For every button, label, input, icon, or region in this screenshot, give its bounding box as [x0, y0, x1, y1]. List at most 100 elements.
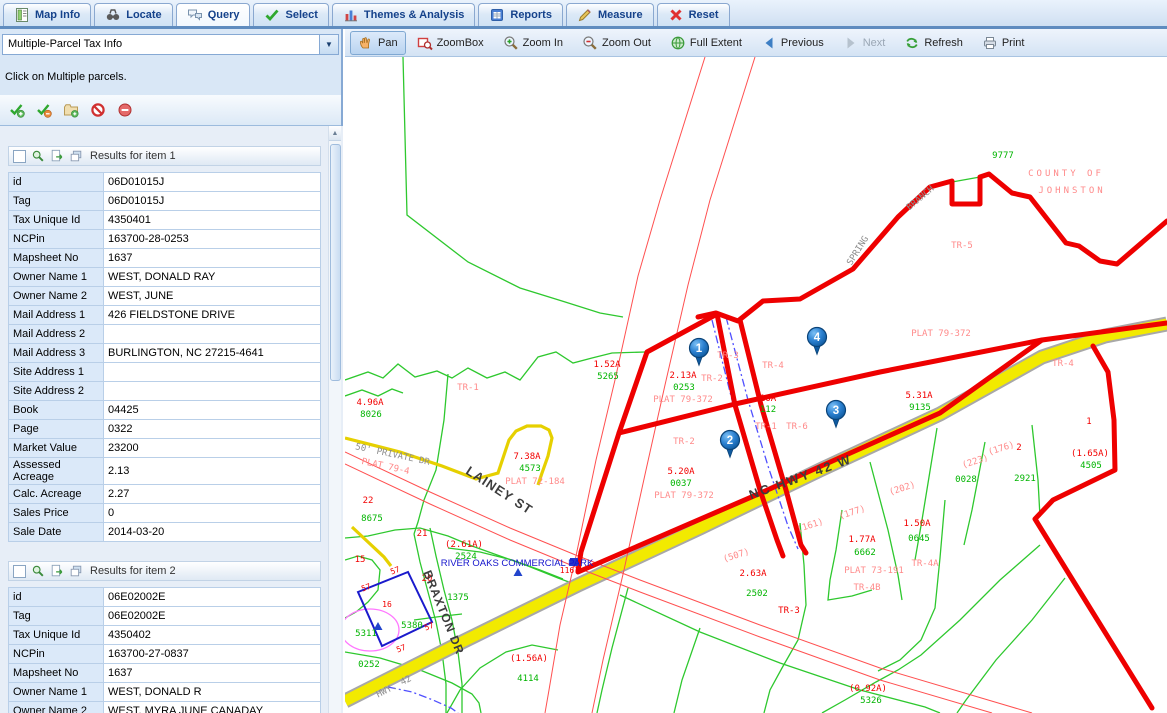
export-icon[interactable] [50, 564, 64, 578]
tab-label: Reset [689, 9, 719, 21]
field-label: Owner Name 2 [9, 702, 104, 713]
field-value: 06E02002E [104, 607, 321, 626]
tab-themes-analysis[interactable]: Themes & Analysis [332, 3, 475, 26]
table-row: Site Address 2 [9, 382, 321, 401]
map-label: TR-6 [786, 422, 808, 432]
map-label: TR-4A [911, 559, 939, 569]
field-label: Mail Address 3 [9, 344, 104, 363]
refresh-button[interactable]: Refresh [896, 31, 971, 55]
zoomin-icon [503, 35, 519, 51]
scroll-up-icon[interactable]: ▲ [329, 126, 341, 141]
results-checkbox[interactable] [13, 565, 26, 578]
tab-query[interactable]: Query [176, 3, 251, 26]
attribute-table: id06E02002ETag06E02002ETax Unique Id4350… [8, 587, 321, 713]
export-icon[interactable] [50, 149, 64, 163]
field-label: Tag [9, 192, 104, 211]
map-label: (1.56A) [510, 654, 548, 664]
map-label: TR-1 [755, 422, 777, 432]
panel-scrollbar[interactable]: ▲ [328, 126, 341, 713]
field-value: 163700-27-0837 [104, 645, 321, 664]
field-label: Site Address 2 [9, 382, 104, 401]
table-row: Market Value23200 [9, 439, 321, 458]
map-label: 1.52A [593, 360, 621, 370]
field-value: 06D01015J [104, 192, 321, 211]
fullextent-icon [670, 35, 686, 51]
remove-icon[interactable] [117, 102, 133, 118]
map-label: 0037 [670, 479, 692, 489]
tool-select[interactable]: Multiple-Parcel Tax Info ▼ [2, 34, 339, 55]
field-value: 4350402 [104, 626, 321, 645]
tab-reports[interactable]: Reports [478, 3, 563, 26]
table-row: Page0322 [9, 420, 321, 439]
table-row: Owner Name 2WEST, JUNE [9, 287, 321, 306]
map-label: (507) [722, 547, 751, 565]
results-checkbox[interactable] [13, 150, 26, 163]
map-marker-1[interactable]: 1 [690, 339, 709, 366]
field-label: Book [9, 401, 104, 420]
copy-icon[interactable] [69, 149, 83, 163]
map-label: PLAT 79-372 [653, 395, 713, 405]
zoom-to-icon[interactable] [31, 149, 45, 163]
print-button[interactable]: Print [974, 31, 1033, 55]
select-subtract-icon[interactable] [36, 102, 52, 118]
map-label: 4114 [517, 674, 539, 684]
map-label: COUNTY OF [1028, 169, 1104, 179]
field-value: WEST, DONALD RAY [104, 268, 321, 287]
map-label: 8026 [360, 410, 382, 420]
zoom-to-icon[interactable] [31, 564, 45, 578]
map-label: TR-4 [1052, 359, 1074, 369]
field-value: 2.13 [104, 458, 321, 485]
scroll-thumb[interactable] [330, 144, 341, 381]
tab-reset[interactable]: Reset [657, 3, 730, 26]
table-row: id06E02002E [9, 588, 321, 607]
map-label: 15 [355, 555, 366, 565]
tab-label: Locate [126, 9, 161, 21]
map-label: 21 [417, 529, 428, 539]
map-marker-4[interactable]: 4 [808, 328, 827, 355]
map-marker-2[interactable]: 2 [721, 431, 740, 458]
map-canvas[interactable]: 9777COUNTY OFJOHNSTONTR-5SPRINGBRANCH1.5… [345, 57, 1167, 713]
field-label: Mapsheet No [9, 249, 104, 268]
map-label: TR-2 [701, 374, 723, 384]
table-row: id06D01015J [9, 173, 321, 192]
button-label: Pan [378, 37, 398, 49]
tab-select[interactable]: Select [253, 3, 328, 26]
map-label: 2.13A [669, 371, 697, 381]
instruction-text: Click on Multiple parcels. [5, 71, 127, 83]
field-value: 426 FIELDSTONE DRIVE [104, 306, 321, 325]
map-label: PLAT 73-191 [844, 566, 904, 576]
copy-icon[interactable] [69, 564, 83, 578]
chevron-down-icon[interactable]: ▼ [319, 35, 338, 54]
svg-text:1: 1 [696, 343, 703, 355]
map-label: 2921 [1014, 474, 1036, 484]
field-label: Market Value [9, 439, 104, 458]
map-label: 0645 [908, 534, 930, 544]
folder-add-icon[interactable] [63, 102, 79, 118]
previous-icon [761, 35, 777, 51]
field-value: WEST, DONALD R [104, 683, 321, 702]
results-header: Results for item 2 [8, 561, 321, 581]
pan-button[interactable]: Pan [350, 31, 406, 55]
field-label: Site Address 1 [9, 363, 104, 382]
results-title: Results for item 1 [88, 150, 176, 162]
zoombox-button[interactable]: ZoomBox [409, 31, 492, 55]
map-label: 0253 [673, 383, 695, 393]
tab-measure[interactable]: Measure [566, 3, 654, 26]
select-add-icon[interactable] [9, 102, 25, 118]
full-extent-button[interactable]: Full Extent [662, 31, 750, 55]
button-label: Print [1002, 37, 1025, 49]
button-label: Next [863, 37, 886, 49]
field-value: 0 [104, 504, 321, 523]
block-icon[interactable] [90, 102, 106, 118]
results-title: Results for item 2 [88, 565, 176, 577]
tab-map-info[interactable]: Map Info [3, 3, 91, 26]
previous-button[interactable]: Previous [753, 31, 832, 55]
zoom-in-button[interactable]: Zoom In [495, 31, 571, 55]
table-row: Mail Address 1426 FIELDSTONE DRIVE [9, 306, 321, 325]
map-marker-3[interactable]: 3 [827, 401, 846, 428]
zoom-out-button[interactable]: Zoom Out [574, 31, 659, 55]
tab-locate[interactable]: Locate [94, 3, 172, 26]
map-label: (177) [838, 504, 867, 522]
map-toolbar: Pan ZoomBoxZoom InZoom OutFull ExtentPrev… [345, 29, 1167, 57]
map-label: 7.38A [513, 452, 541, 462]
